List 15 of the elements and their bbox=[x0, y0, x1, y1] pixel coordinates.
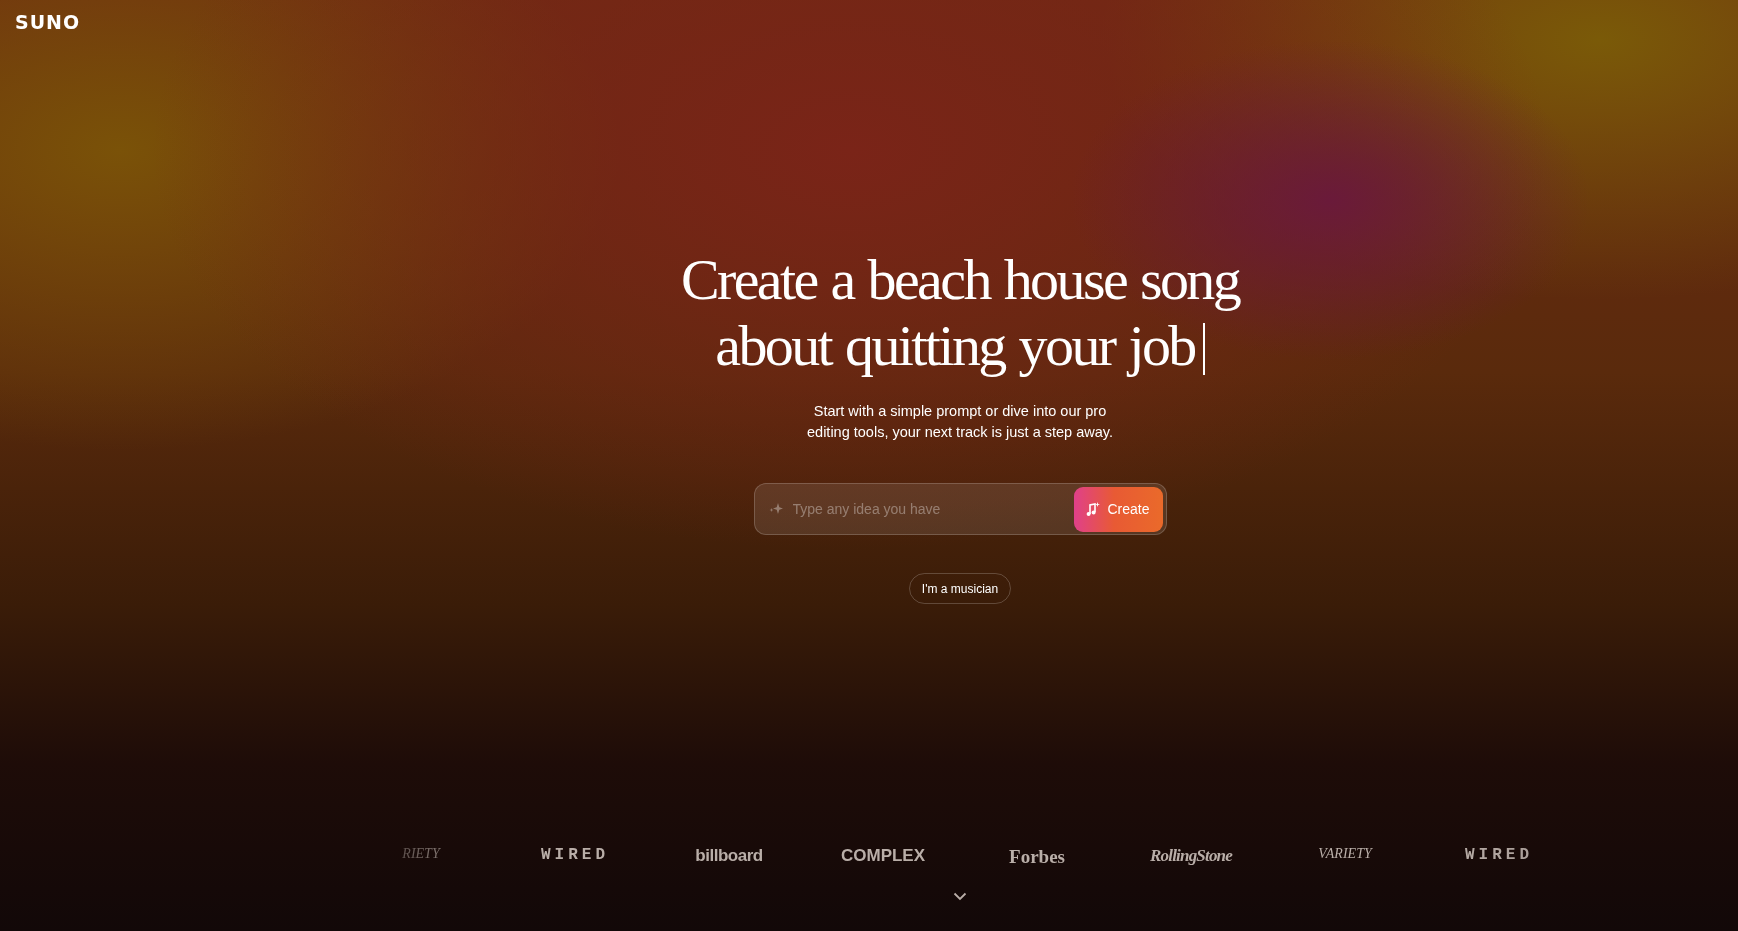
press-logo: VARIETY bbox=[1317, 846, 1374, 863]
text-cursor bbox=[1202, 323, 1205, 375]
sparkle-icon bbox=[768, 503, 783, 515]
headline: Create a beach house song about quitting your job bbox=[679, 247, 1241, 379]
press-logo: RIETY bbox=[401, 846, 442, 863]
press-logo: RollingStone bbox=[1148, 846, 1234, 867]
subtitle: Start with a simple prompt or dive into our pro editing tools, your next track is just a step away. bbox=[806, 402, 1114, 442]
press-logo: WIRED bbox=[540, 846, 610, 866]
music-note-icon bbox=[1086, 501, 1101, 517]
press-logo: COMPLEX bbox=[839, 846, 927, 867]
logo[interactable]: SUNO bbox=[0, 0, 81, 32]
chevron-down-icon[interactable] bbox=[953, 892, 967, 901]
press-logo: billboard bbox=[694, 846, 764, 867]
press-logo: WIRED bbox=[1464, 846, 1534, 866]
press-logo: Forbes bbox=[1008, 846, 1066, 868]
